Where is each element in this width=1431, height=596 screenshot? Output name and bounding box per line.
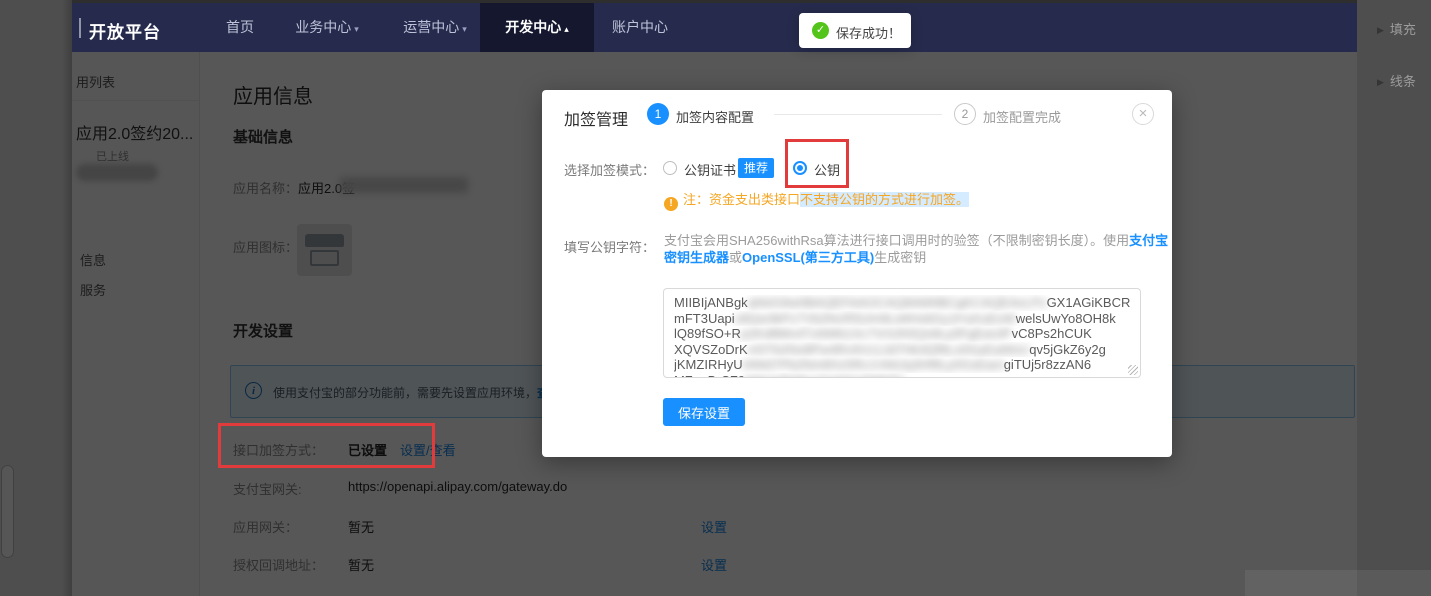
openssl-link[interactable]: OpenSSL(第三方工具): [742, 250, 874, 265]
sign-management-dialog: 加签管理 1 加签内容配置 2 加签配置完成 × 选择加签模式： 公钥证书 推荐…: [542, 90, 1172, 457]
radio-public-key-cert[interactable]: [663, 161, 677, 175]
note-highlight: 不支持公钥的方式进行加签。: [800, 192, 969, 207]
redacted-key-segment: t4Wd7Pb2Nm8Xz5Rc1Vk6Jq3Hf9Ly0GsEaoI: [743, 357, 1004, 372]
window-left-edge: [62, 0, 72, 596]
triangle-right-icon: ▶: [1377, 77, 1384, 87]
nav-item-dev-center-active[interactable]: 开发中心▴: [480, 3, 594, 52]
scrollbar-thumb[interactable]: [1, 465, 14, 558]
redacted-key-segment: NWJvRt3Kp7Xd2Qz5Mb8C: [745, 373, 905, 379]
textarea-resize-handle[interactable]: [1128, 365, 1138, 375]
redacted-key-segment: qhkiG9w0BAQEFAAOCAQ8AMIIBCgKCAQEAvLPz: [748, 295, 1047, 310]
tool-corner-highlight: [1245, 570, 1431, 596]
chevron-up-icon: ▴: [564, 24, 569, 34]
step-connector: [774, 114, 942, 115]
step-1-indicator: 1: [647, 103, 669, 125]
sign-mode-row-label: 选择加签模式：: [564, 160, 655, 179]
close-icon[interactable]: ×: [1132, 103, 1154, 125]
step-1-label: 加签内容配置: [676, 107, 754, 126]
tool-fill-item[interactable]: ▶填充: [1377, 19, 1416, 38]
redacted-key-segment: m5Tb2Nx8Pw4Rc6Vz1Jd7Hk3Qf9Ls0GyEaWoU: [748, 342, 1030, 357]
nav-item-business-center[interactable]: 业务中心▾: [277, 3, 377, 52]
public-key-cert-label[interactable]: 公钥证书: [684, 160, 736, 179]
annotation-canvas: 开放平台 首页 业务中心▾ 运营中心▾ 开发中心▴ 账户中心 用列表 应用2.0…: [0, 0, 1431, 596]
annotation-tool-panel: ▶填充 ▶线条: [1357, 0, 1431, 596]
step-2-indicator: 2: [954, 103, 976, 125]
key-row-label: 填写公钥字符：: [564, 237, 655, 256]
success-check-icon: ✓: [812, 22, 829, 39]
annotation-red-box-sign-row: [218, 423, 435, 468]
warning-icon: !: [664, 197, 678, 211]
recommended-badge: 推荐: [738, 158, 774, 178]
nav-item-operation-center[interactable]: 运营中心▾: [385, 3, 485, 52]
chevron-down-icon: ▾: [354, 24, 359, 34]
redacted-key-segment: x8Qw3kPz7Vb2NcR5tJm9Ld4Hs6Gy1FaXuEoW: [735, 311, 1016, 326]
brand-separator: [79, 18, 81, 38]
top-navbar: 开放平台 首页 业务中心▾ 运营中心▾ 开发中心▴ 账户中心: [72, 3, 1357, 52]
annotation-red-box-pubkey-option: [785, 139, 849, 188]
save-settings-button[interactable]: 保存设置: [663, 398, 745, 426]
chevron-down-icon: ▾: [462, 24, 467, 34]
nav-item-home[interactable]: 首页: [210, 3, 270, 52]
key-description: 支付宝会用SHA256withRsa算法进行接口调用时的验签（不限制密钥长度）。…: [664, 232, 1169, 266]
nav-item-account-center[interactable]: 账户中心: [600, 3, 680, 52]
toast-text: 保存成功！: [836, 23, 901, 42]
tool-line-item[interactable]: ▶线条: [1377, 71, 1416, 90]
step-2-label: 加签配置完成: [983, 107, 1061, 126]
public-key-textarea[interactable]: MIIBIjANBgkqhkiG9w0BAQEFAAOCAQ8AMIIBCgKC…: [663, 288, 1141, 378]
save-success-toast: ✓ 保存成功！: [799, 13, 911, 48]
platform-logo[interactable]: 开放平台: [89, 18, 161, 43]
triangle-right-icon: ▶: [1377, 25, 1384, 35]
dialog-title: 加签管理: [564, 106, 628, 130]
redacted-key-segment: p2Kd8Mn4Tz6Wb1Xc7Vr3Jh5Qs9Ly0FgEaUiP: [741, 326, 1012, 341]
funds-note: !注：资金支出类接口不支持公钥的方式进行加签。: [664, 189, 969, 211]
